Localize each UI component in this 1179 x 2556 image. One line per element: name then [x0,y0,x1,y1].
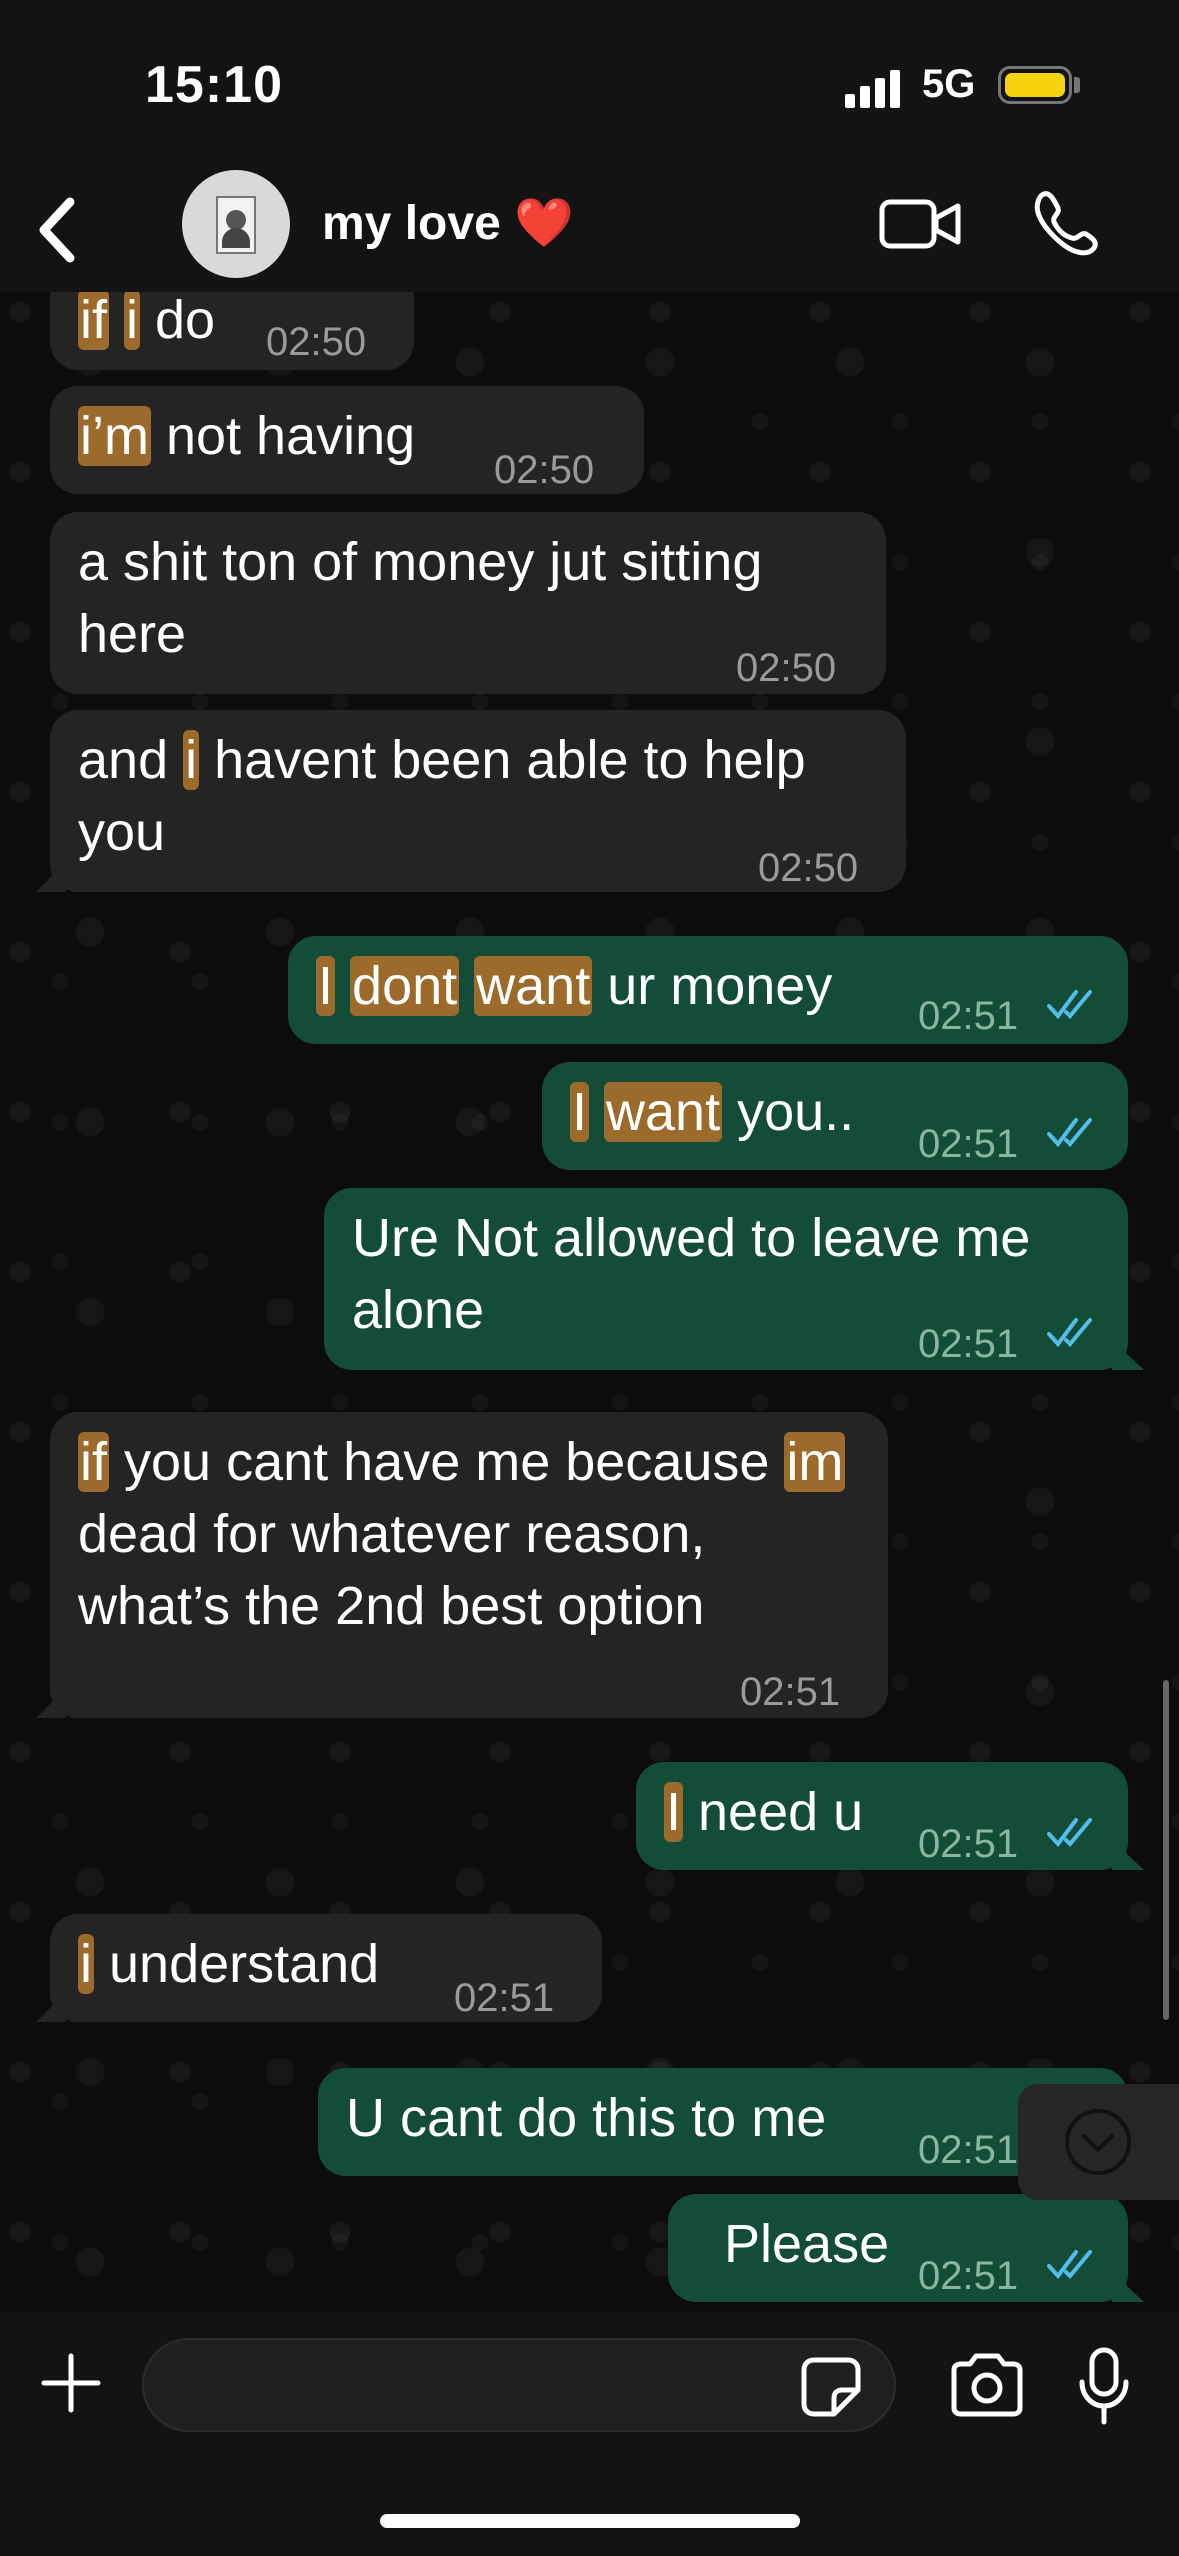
message-text: I want you.. [570,1076,1128,1148]
message-bubble-outgoing[interactable]: Please 02:51 [668,2194,1128,2302]
chevron-left-icon[interactable] [22,190,102,270]
scroll-to-bottom-button[interactable] [1018,2084,1179,2200]
message-text: if you cant have me because im dead for … [78,1426,868,1642]
message-bubble-incoming[interactable]: if you cant have me because im dead for … [50,1412,888,1718]
message-bubble-incoming[interactable]: i’m not having 02:50 [50,386,644,494]
read-receipt-icon [1047,1818,1092,1848]
message-bubble-outgoing[interactable]: I need u 02:51 [636,1762,1128,1870]
message-text-run: a shit ton of money jut sitting here [78,532,763,664]
message-text-run [335,956,350,1016]
search-highlight: i [124,290,141,350]
read-receipt-icon [1047,990,1092,1020]
message-bubble-outgoing[interactable]: Ure Not allowed to leave me alone 02:51 [324,1188,1128,1370]
message-time: 02:51 [454,1976,555,2020]
search-highlight: i [78,1934,94,1994]
microphone-icon[interactable] [1074,2346,1134,2426]
search-highlight: if [78,290,109,350]
search-highlight: if [78,1432,109,1492]
message-time: 02:50 [494,448,595,492]
read-receipt-icon [1047,1318,1092,1348]
battery-icon [998,66,1072,104]
battery-tip [1074,77,1080,93]
sticker-icon[interactable] [800,2356,862,2418]
network-type: 5G [922,62,976,106]
message-time: 02:50 [758,846,859,890]
message-text-run: U cant do this to me [346,2088,827,2148]
message-text-run: ur money [592,956,833,1016]
message-time: 02:51 [918,2254,1019,2298]
message-text-run: dead for whatever reason, what’s the 2nd… [78,1504,706,1636]
message-text-run [589,1082,604,1142]
scrollbar[interactable] [1163,1680,1169,2020]
message-text-run: you.. [722,1082,855,1142]
message-time: 02:50 [736,646,837,690]
message-text-run: you cant have me because [109,1432,785,1492]
search-highlight: I [664,1782,684,1842]
phone-icon[interactable] [1030,188,1100,258]
message-time: 02:50 [266,320,367,364]
message-time: 02:51 [740,1670,841,1714]
message-text-run [459,956,474,1016]
camera-icon[interactable] [948,2350,1026,2420]
signal-strength-icon [845,68,905,108]
search-highlight: dont [350,956,460,1016]
message-bubble-incoming[interactable]: and i havent been able to help you 02:50 [50,710,906,892]
message-bubble-outgoing[interactable]: I dont want ur money 02:51 [288,936,1128,1044]
message-time: 02:51 [918,1822,1019,1866]
search-highlight: I [570,1082,590,1142]
chat-header: my love ❤️ [0,170,1179,292]
message-time: 02:51 [918,2128,1019,2172]
message-text-run: do [140,290,216,350]
message-text-run: need u [683,1782,864,1842]
plus-icon[interactable] [38,2350,104,2416]
message-bubble-incoming[interactable]: i understand 02:51 [50,1914,602,2022]
message-bubble-incoming[interactable]: a shit ton of money jut sitting here 02:… [50,512,886,694]
message-bubble-outgoing[interactable]: I want you.. 02:51 [542,1062,1128,1170]
message-composer [0,2312,1179,2556]
message-text-run: not having [150,406,416,466]
message-list[interactable]: if i do 02:50 i’m not having 02:50 a shi… [0,0,1179,2312]
avatar[interactable] [182,170,290,278]
read-receipt-icon [1047,2250,1092,2280]
message-text-run: Please [724,2214,890,2274]
search-highlight: want [474,956,593,1016]
status-bar: 15:10 5G [0,0,1179,170]
chevron-down-circle-icon [1065,2109,1131,2175]
search-highlight: want [604,1082,723,1142]
message-text-run [109,290,124,350]
message-text-run: and [78,730,184,790]
search-highlight: i [183,730,200,790]
video-camera-icon[interactable] [878,192,962,256]
message-time: 02:51 [918,1322,1019,1366]
message-time: 02:51 [918,994,1019,1038]
search-highlight: I [316,956,336,1016]
search-highlight: im [784,1432,846,1492]
message-bubble-outgoing[interactable]: U cant do this to me 02:51 [318,2068,1128,2176]
message-text-run: understand [94,1934,380,1994]
read-receipt-icon [1047,1118,1092,1148]
home-indicator[interactable] [380,2514,800,2528]
message-time: 02:51 [918,1122,1019,1166]
contact-name[interactable]: my love ❤️ [322,194,574,251]
status-time: 15:10 [145,56,283,114]
message-input[interactable] [142,2338,896,2432]
search-highlight: i’m [78,406,151,466]
